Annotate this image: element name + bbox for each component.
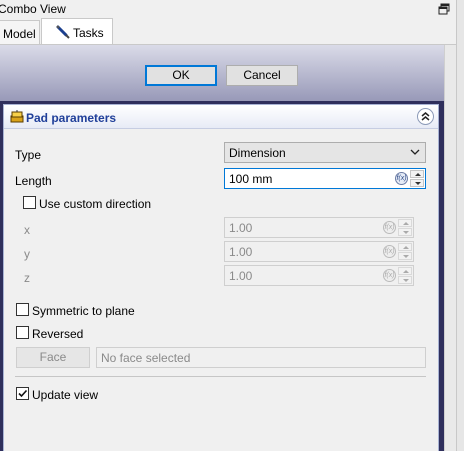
check-icon — [18, 389, 28, 398]
tab-tasks-label: Tasks — [73, 26, 104, 40]
pen-icon — [56, 25, 70, 39]
chevron-down-icon — [410, 149, 420, 155]
spin-arrows — [398, 267, 412, 284]
symmetric-to-plane-checkbox[interactable] — [16, 303, 29, 316]
use-custom-direction-label: Use custom direction — [39, 197, 152, 211]
y-spinbox: 1.00 f(x) — [224, 241, 414, 262]
scroll-strip — [444, 45, 456, 451]
x-value: 1.00 — [229, 221, 253, 235]
spin-down-button — [398, 276, 412, 284]
fx-expression-icon: f(x) — [383, 221, 396, 234]
separator — [15, 376, 426, 377]
spin-up-button[interactable] — [410, 170, 424, 178]
spin-arrows — [398, 243, 412, 260]
face-placeholder: No face selected — [101, 351, 191, 365]
z-label: z — [24, 271, 30, 285]
fx-expression-icon: f(x) — [383, 245, 396, 258]
tab-bar: Model Tasks — [0, 18, 456, 44]
length-label: Length — [15, 174, 52, 188]
z-spinbox: 1.00 f(x) — [224, 265, 414, 286]
tab-tasks[interactable]: Tasks — [41, 18, 113, 44]
ok-button[interactable]: OK — [145, 65, 217, 86]
length-value: 100 mm — [229, 172, 273, 186]
fx-expression-icon: f(x) — [383, 269, 396, 282]
cancel-button[interactable]: Cancel — [226, 65, 298, 86]
window-edge — [456, 0, 464, 451]
y-label: y — [24, 247, 30, 261]
float-window-icon[interactable] — [438, 3, 450, 15]
spin-up-button — [398, 267, 412, 275]
x-label: x — [24, 223, 30, 237]
face-field: No face selected — [96, 347, 426, 368]
pad-icon — [10, 110, 24, 123]
y-value: 1.00 — [229, 245, 253, 259]
collapse-button[interactable] — [417, 108, 434, 125]
symmetric-to-plane-label: Symmetric to plane — [32, 304, 135, 318]
window-title: Combo View — [0, 2, 66, 16]
task-view: OK Cancel Pad parameters Type Dimension … — [0, 44, 456, 451]
length-spinbox[interactable]: 100 mm f(x) — [224, 168, 426, 189]
panel-title: Pad parameters — [26, 111, 117, 125]
task-dialog-area — [0, 45, 444, 101]
spin-up-button — [398, 243, 412, 251]
spin-down-button — [398, 228, 412, 236]
title-bar: Combo View — [0, 0, 464, 18]
tab-model[interactable]: Model — [0, 20, 40, 44]
type-label: Type — [15, 148, 42, 162]
spin-down-button — [398, 252, 412, 260]
type-value: Dimension — [229, 146, 286, 160]
chevron-up-double-icon — [421, 112, 430, 121]
x-spinbox: 1.00 f(x) — [224, 217, 414, 238]
spin-arrows[interactable] — [410, 170, 424, 187]
tab-model-label: Model — [3, 27, 36, 41]
face-button: Face — [16, 347, 90, 368]
update-view-checkbox[interactable] — [16, 387, 29, 400]
z-value: 1.00 — [229, 269, 253, 283]
reversed-label: Reversed — [32, 327, 84, 341]
spin-down-button[interactable] — [410, 179, 424, 187]
use-custom-direction-checkbox[interactable] — [23, 196, 36, 209]
reversed-checkbox[interactable] — [16, 326, 29, 339]
update-view-label: Update view — [32, 388, 99, 402]
panel-header[interactable]: Pad parameters — [4, 105, 438, 129]
spin-up-button — [398, 219, 412, 227]
type-combobox[interactable]: Dimension — [224, 142, 426, 163]
spin-arrows — [398, 219, 412, 236]
fx-expression-icon[interactable]: f(x) — [395, 172, 408, 185]
